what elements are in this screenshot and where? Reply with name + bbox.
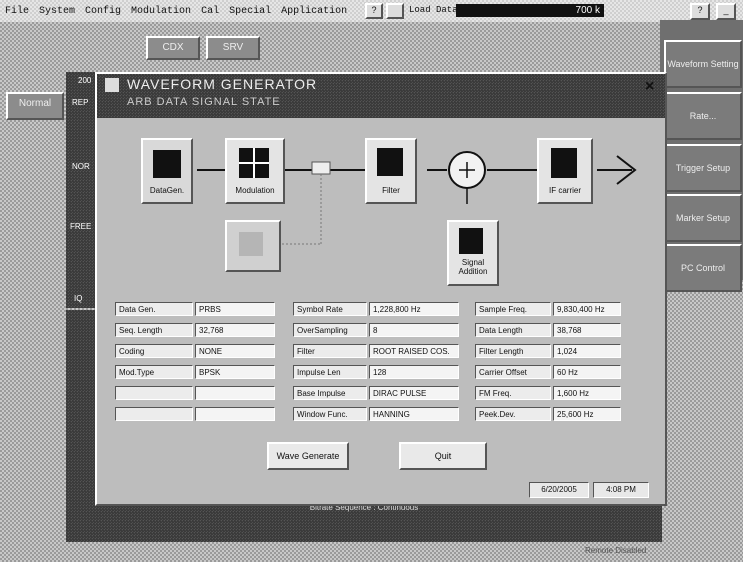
dialog-subtitle: ARB DATA SIGNAL STATE bbox=[127, 96, 281, 108]
switch-icon bbox=[311, 161, 331, 175]
wave-generate-button[interactable]: Wave Generate bbox=[267, 442, 349, 470]
param-value[interactable]: 8 bbox=[369, 323, 459, 337]
signal-addition-icon bbox=[459, 228, 483, 254]
param-value[interactable]: ROOT RAISED COS. bbox=[369, 344, 459, 358]
param-label: Carrier Offset bbox=[475, 365, 551, 379]
help-icon[interactable]: ? bbox=[365, 3, 383, 19]
minimize-button[interactable]: _ bbox=[716, 3, 736, 20]
datagen-label: DataGen. bbox=[149, 186, 185, 195]
datagen-icon bbox=[153, 150, 181, 178]
normal-tab[interactable]: Normal bbox=[6, 92, 64, 120]
waveform-setting-button[interactable]: Waveform Setting bbox=[664, 40, 742, 88]
menu-config[interactable]: Config bbox=[80, 6, 126, 17]
param-label bbox=[115, 386, 193, 400]
param-value[interactable]: 38,768 bbox=[553, 323, 621, 337]
param-value[interactable] bbox=[195, 386, 275, 400]
disabled-icon bbox=[239, 232, 263, 256]
nor-label: NOR bbox=[72, 162, 90, 171]
pc-control-button[interactable]: PC Control bbox=[664, 244, 742, 292]
param-value[interactable]: HANNING bbox=[369, 407, 459, 421]
load-data-size-value: 700 k bbox=[456, 4, 604, 17]
filter-label: Filter bbox=[382, 186, 400, 195]
free-label: FREE bbox=[70, 222, 92, 231]
disabled-block bbox=[225, 220, 281, 272]
param-label: Filter bbox=[293, 344, 367, 358]
menu-special[interactable]: Special bbox=[224, 6, 276, 17]
param-value[interactable]: 1,600 Hz bbox=[553, 386, 621, 400]
rep-label: REP bbox=[72, 98, 89, 107]
param-label: Seq. Length bbox=[115, 323, 193, 337]
modulation-icon bbox=[239, 148, 269, 178]
param-label: Data Gen. bbox=[115, 302, 193, 316]
param-label: Impulse Len bbox=[293, 365, 367, 379]
param-label: Base Impulse bbox=[293, 386, 367, 400]
time-display: 4:08 PM bbox=[593, 482, 649, 498]
ifcarrier-block[interactable]: IF carrier bbox=[537, 138, 593, 204]
date-display: 6/20/2005 bbox=[529, 482, 589, 498]
ifcarrier-icon bbox=[551, 148, 577, 178]
param-value[interactable]: BPSK bbox=[195, 365, 275, 379]
param-label: Peek.Dev. bbox=[475, 407, 551, 421]
waveform-generator-dialog: WAVEFORM GENERATOR ARB DATA SIGNAL STATE… bbox=[95, 72, 667, 506]
app-icon bbox=[105, 78, 119, 92]
param-label: Mod.Type bbox=[115, 365, 193, 379]
remote-status: Remote Disabled bbox=[585, 546, 647, 555]
param-label: Filter Length bbox=[475, 344, 551, 358]
parameter-table: Data Gen. PRBS Symbol Rate 1,228,800 Hz Samp… bbox=[115, 302, 655, 432]
menu-cal[interactable]: Cal bbox=[196, 6, 224, 17]
trigger-setup-button[interactable]: Trigger Setup bbox=[664, 144, 742, 192]
menu-file[interactable]: File bbox=[0, 6, 34, 17]
menu-system[interactable]: System bbox=[34, 6, 80, 17]
srv-button[interactable]: SRV bbox=[206, 36, 260, 60]
help-window-button[interactable]: ? bbox=[690, 3, 710, 20]
param-label: Window Func. bbox=[293, 407, 367, 421]
param-label: Coding bbox=[115, 344, 193, 358]
param-value[interactable]: 9,830,400 Hz bbox=[553, 302, 621, 316]
quit-button[interactable]: Quit bbox=[399, 442, 487, 470]
param-value[interactable] bbox=[195, 407, 275, 421]
param-value[interactable]: PRBS bbox=[195, 302, 275, 316]
datagen-block[interactable]: DataGen. bbox=[141, 138, 193, 204]
param-value[interactable]: DIRAC PULSE bbox=[369, 386, 459, 400]
param-label bbox=[115, 407, 193, 421]
ifcarrier-label: IF carrier bbox=[549, 186, 581, 195]
modulation-block[interactable]: Modulation bbox=[225, 138, 285, 204]
filter-icon bbox=[377, 148, 403, 176]
param-value[interactable]: 128 bbox=[369, 365, 459, 379]
background-panel-left: 200 REP NOR FREE IQ bbox=[66, 72, 96, 308]
close-icon[interactable]: × bbox=[645, 78, 654, 96]
param-value[interactable]: 1,228,800 Hz bbox=[369, 302, 459, 316]
rate-button[interactable]: Rate... bbox=[664, 92, 742, 140]
marker-setup-button[interactable]: Marker Setup bbox=[664, 194, 742, 242]
param-label: Symbol Rate bbox=[293, 302, 367, 316]
year-label: 200 bbox=[78, 76, 92, 85]
param-value[interactable]: 32,768 bbox=[195, 323, 275, 337]
modulation-label: Modulation bbox=[235, 186, 275, 195]
param-label: Sample Freq. bbox=[475, 302, 551, 316]
param-value[interactable]: 25,600 Hz bbox=[553, 407, 621, 421]
param-value[interactable]: NONE bbox=[195, 344, 275, 358]
param-value[interactable]: 1,024 bbox=[553, 344, 621, 358]
dialog-title: WAVEFORM GENERATOR bbox=[127, 76, 318, 92]
signal-addition-block[interactable]: Signal Addition bbox=[447, 220, 499, 286]
signal-addition-label: Signal Addition bbox=[458, 258, 488, 276]
param-value[interactable]: 60 Hz bbox=[553, 365, 621, 379]
param-label: OverSampling bbox=[293, 323, 367, 337]
param-label: FM Freq. bbox=[475, 386, 551, 400]
disk-icon[interactable] bbox=[386, 3, 404, 19]
cdx-button[interactable]: CDX bbox=[146, 36, 200, 60]
menu-application[interactable]: Application bbox=[276, 6, 352, 17]
param-label: Data Length bbox=[475, 323, 551, 337]
dialog-titlebar: WAVEFORM GENERATOR ARB DATA SIGNAL STATE bbox=[97, 74, 665, 118]
menu-modulation[interactable]: Modulation bbox=[126, 6, 196, 17]
filter-block[interactable]: Filter bbox=[365, 138, 417, 204]
iq-label: IQ bbox=[74, 294, 83, 303]
